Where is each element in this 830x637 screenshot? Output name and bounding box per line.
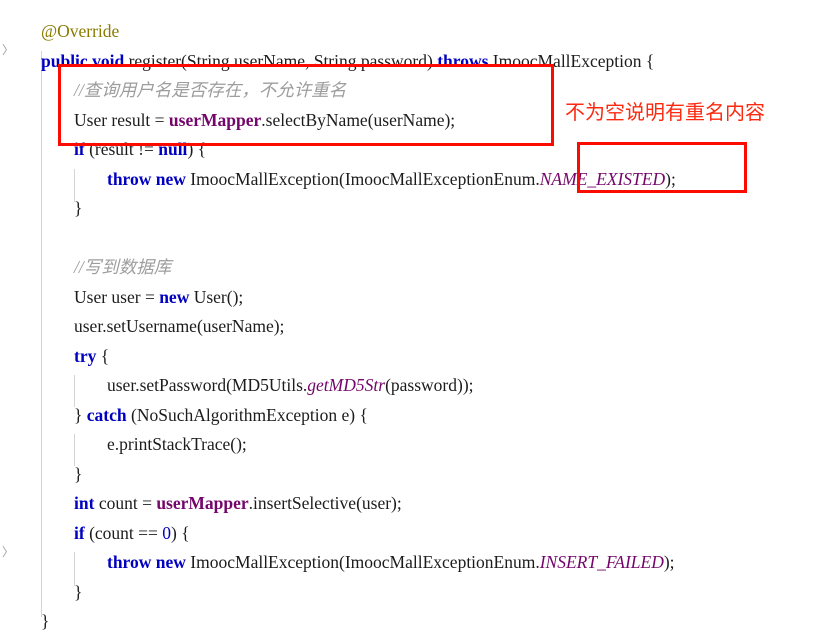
code-token-cmt: //查询用户名是否存在，不允许重名 [74,80,347,100]
code-token-num: 0 [162,522,172,543]
code-token-plain: User result = [74,109,169,130]
code-token-anno: @Override [41,21,120,41]
code-token-cmt: //写到数据库 [74,257,172,277]
code-token-plain: User user = [74,286,160,307]
code-token-plain: } [74,198,83,218]
code-token-plain: ImoocMallException(ImoocMallExceptionEnu… [185,552,540,572]
code-token-plain: user.setPassword(MD5Utils. [107,375,308,395]
code-token-plain: .insertSelective(user); [248,493,402,513]
code-line[interactable]: if (count == 0) { [74,519,190,549]
code-token-plain: ); [663,552,675,572]
code-token-plain: ImoocMallException { [488,50,655,71]
code-line[interactable]: user.setPassword(MD5Utils.getMD5Str(pass… [107,371,474,401]
code-line[interactable]: User result = userMapper.selectByName(us… [74,106,455,136]
code-line[interactable]: user.setUsername(userName); [74,312,284,342]
code-token-kw: throws [437,50,489,71]
code-token-kw: if [74,139,85,159]
code-token-plain: } [41,611,50,631]
note-not-empty-means-duplicate: 不为空说明有重名内容 [565,100,765,124]
code-token-kw: null [158,139,188,159]
code-line[interactable]: //写到数据库 [74,253,171,283]
code-token-kw: catch [86,404,127,425]
code-line[interactable]: try { [74,342,109,372]
code-line[interactable]: int count = userMapper.insertSelective(u… [74,489,402,519]
code-token-kw: new [159,286,190,307]
code-token-plain: user.setUsername(userName); [74,316,285,336]
code-token-plain: } [74,581,83,602]
code-token-plain: (count == [84,522,163,543]
code-line[interactable]: } [41,607,49,637]
code-line[interactable]: } [74,578,82,608]
code-token-plain: (NoSuchAlgorithmException e) { [126,404,368,425]
code-token-field: userMapper [168,109,262,130]
code-token-kw: public [41,50,88,71]
code-token-plain: e.printStackTrace(); [107,434,247,454]
code-line[interactable]: } catch (NoSuchAlgorithmException e) { [74,401,368,431]
code-content[interactable]: @Override public void register(String use… [0,0,830,631]
code-token-plain: ); [665,168,676,189]
code-token-plain: ImoocMallException(ImoocMallExceptionEnu… [185,168,540,189]
code-token-plain: ) { [171,522,190,543]
code-line[interactable]: e.printStackTrace(); [107,430,247,460]
code-token-kw: throw [107,552,152,572]
code-line[interactable]: throw new ImoocMallException(ImoocMallEx… [107,548,675,578]
code-token-kw: void [92,50,125,71]
code-line[interactable]: } [74,460,82,490]
code-token-kw: new [155,168,186,189]
code-token-plain: (result != [84,139,159,159]
code-token-static: getMD5Str [307,375,386,395]
code-editor[interactable]: 〉 〉 @Override public void register(String… [0,0,830,631]
code-token-kw: new [155,552,186,572]
code-line[interactable]: User user = new User(); [74,283,243,313]
code-token-plain: { [96,345,110,366]
code-token-plain: count = [94,493,157,513]
code-token-plain: .selectByName(userName); [261,109,456,130]
code-token-plain: ) { [187,139,207,159]
code-token-static: INSERT_FAILED [539,552,664,572]
code-token-plain: User(); [189,286,244,307]
code-line[interactable]: if (result != null) { [74,135,206,165]
code-token-plain: (password)); [385,375,474,395]
code-line[interactable]: public void register(String userName, St… [41,47,654,77]
code-token-static: NAME_EXISTED [539,168,666,189]
code-token-plain: } [74,463,83,484]
code-line[interactable]: @Override [41,17,119,47]
code-line[interactable]: } [74,194,82,224]
code-token-kw: try [74,345,97,366]
code-token-plain: } [74,404,87,425]
code-token-plain: register(String userName, String passwor… [124,50,438,71]
code-token-kw: if [74,522,85,543]
code-line[interactable]: throw new ImoocMallException(ImoocMallEx… [107,165,676,195]
code-token-kw: throw [107,168,152,189]
code-token-field: userMapper [156,493,249,513]
code-line[interactable]: //查询用户名是否存在，不允许重名 [74,76,346,106]
code-token-kw: int [74,493,95,513]
